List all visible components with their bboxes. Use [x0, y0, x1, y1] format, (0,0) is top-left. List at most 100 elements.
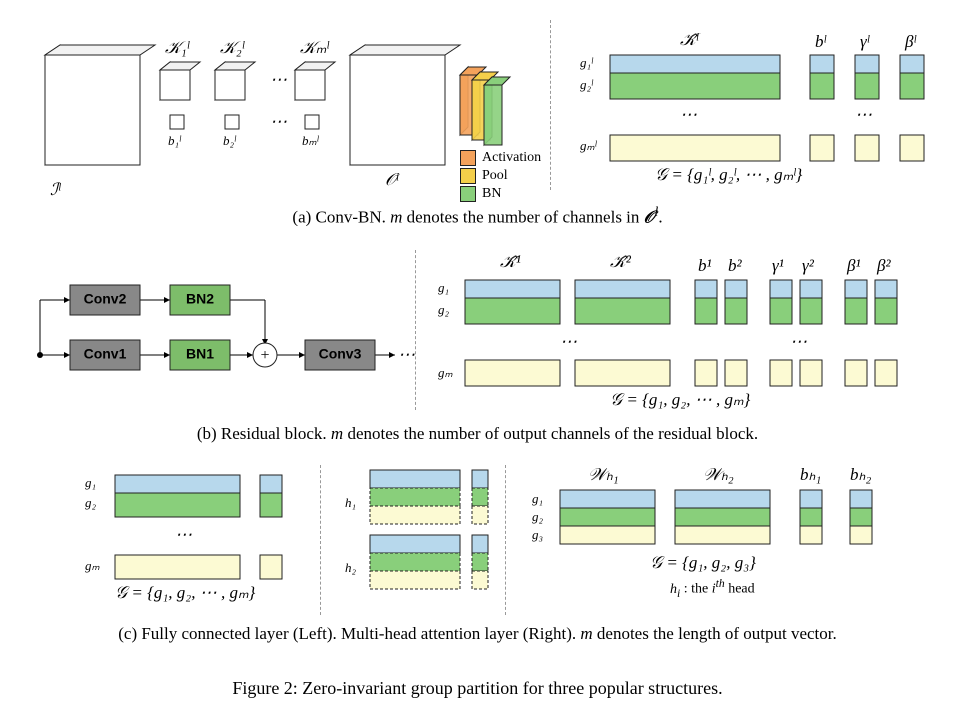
head-2-b: [472, 535, 488, 589]
conv1-label: Conv1: [84, 346, 127, 362]
bias-1-box: [170, 115, 184, 129]
beta-label: βˡ: [905, 32, 916, 52]
ellipsis-icon: ⋯: [270, 70, 287, 89]
caption-b: (b) Residual block. m denotes the number…: [20, 424, 935, 444]
gamma2-label: γ²: [802, 256, 814, 276]
bh2-col: [850, 490, 872, 544]
kernel-2: [215, 62, 255, 100]
k2-rm: [575, 360, 670, 386]
conv2-label: Conv2: [84, 291, 127, 307]
gamma-label: γˡ: [860, 32, 869, 52]
row-g1: g₁ˡ: [580, 55, 593, 71]
beta-col: [900, 55, 924, 161]
wh2-r3: [675, 526, 770, 544]
g1-col: [770, 280, 792, 386]
bm-label: bₘˡ: [302, 133, 318, 149]
set-cl: 𝒢 = {g₁, g₂, ⋯ , gₘ}: [115, 583, 255, 603]
be1-col: [845, 280, 867, 386]
output-label: 𝒪ˡ: [385, 170, 398, 190]
ellipsis-icon: ⋯: [855, 105, 872, 124]
cl-gm: gₘ: [85, 558, 100, 574]
beta1-label: β¹: [847, 256, 861, 276]
k2-r1: [575, 280, 670, 298]
head-2: [370, 535, 460, 589]
bias-m-box: [305, 115, 319, 129]
beta2-label: β²: [877, 256, 891, 276]
fc-b-r1: [260, 475, 282, 493]
legend-pool: Pool: [460, 168, 541, 184]
legend-activation: Activation: [460, 150, 541, 166]
wh1-r3: [560, 526, 655, 544]
km-label: 𝒦ₘˡ: [300, 38, 329, 58]
bn-slab: [484, 77, 510, 145]
ellipsis-icon: ⋯: [270, 112, 287, 131]
fc-rm: [115, 555, 240, 579]
ellipsis-icon: ⋯: [175, 525, 192, 544]
row-g2: g₂ˡ: [580, 77, 593, 93]
k2-r2: [575, 298, 670, 324]
khat-label: 𝒦̂ˡ: [680, 30, 698, 50]
input-cube: [45, 45, 155, 165]
k1-r1: [465, 280, 560, 298]
caption-a: (a) Conv-BN. m denotes the number of cha…: [20, 204, 935, 228]
panel-c-right-svg: [510, 465, 930, 625]
wh1-r1: [560, 490, 655, 508]
input-label: ℐˡ: [50, 180, 60, 200]
b-label: bˡ: [815, 32, 826, 52]
b-col: [810, 55, 834, 161]
plus-icon: +: [260, 347, 269, 364]
figure-2: ⋯ ⋯: [20, 20, 935, 699]
bias-2-box: [225, 115, 239, 129]
khat1-label: 𝒦̂¹: [500, 252, 521, 272]
ellipsis-icon: ⋯: [680, 105, 697, 124]
rowb-gm: gₘ: [438, 365, 453, 381]
conv3-label: Conv3: [319, 346, 362, 362]
row-gm: gₘˡ: [580, 138, 596, 154]
wh1-label: 𝒲ₕ₁: [588, 465, 619, 485]
set-b: 𝒢 = {g₁, g₂, ⋯ , gₘ}: [610, 390, 750, 410]
output-cube: [350, 45, 460, 165]
cr-g1: g₁: [532, 491, 543, 507]
ellipsis-icon: ⋯: [790, 332, 807, 351]
panel-a: ⋯ ⋯: [20, 20, 935, 225]
cr-g2: g₂: [532, 509, 543, 525]
khat2-label: 𝒦̂²: [610, 252, 631, 272]
panel-c-mid-svg: [320, 465, 505, 625]
figure-caption: Figure 2: Zero-invariant group partition…: [20, 678, 935, 699]
fc-b-rm: [260, 555, 282, 579]
bn1-label: BN1: [186, 346, 214, 362]
caption-c: (c) Fully connected layer (Left). Multi-…: [20, 624, 935, 644]
ellipsis-icon: ⋯: [560, 332, 577, 351]
k1-r2: [465, 298, 560, 324]
cl-g2: g₂: [85, 495, 96, 511]
fc-r2: [115, 493, 240, 517]
panel-c: ⋯ g₁ g₂ gₘ 𝒢 = {g₁, g₂, ⋯ , gₘ} h₁: [20, 465, 935, 670]
cr-g3: g₃: [532, 527, 543, 543]
wh2-r1: [675, 490, 770, 508]
gamma1-label: γ¹: [772, 256, 784, 276]
wh2-r2: [675, 508, 770, 526]
k1-rm: [465, 360, 560, 386]
head-1-b: [472, 470, 488, 524]
fc-r1: [115, 475, 240, 493]
b1-label: b₁ˡ: [168, 133, 181, 149]
cl-g1: g₁: [85, 475, 96, 491]
legend-bn-label: BN: [482, 186, 501, 202]
legend: Activation Pool BN: [460, 150, 541, 202]
head-1: [370, 470, 460, 524]
legend-activation-label: Activation: [482, 150, 541, 166]
b2-label: b²: [728, 256, 742, 276]
panel-b: Conv2 BN2 Conv1 BN1 + Conv3 ⋯ ⋯ ⋯ 𝒦̂¹ 𝒦̂…: [20, 250, 935, 450]
panel-b-left-svg: Conv2 BN2 Conv1 BN1 + Conv3 ⋯: [20, 250, 415, 420]
set-a: 𝒢 = {g₁ˡ, g₂ˡ, ⋯ , gₘˡ}: [655, 165, 802, 185]
k1-label: 𝒦₁ˡ: [165, 38, 189, 58]
be2-col: [875, 280, 897, 386]
bn2-label: BN2: [186, 291, 214, 307]
kernel-1: [160, 62, 200, 100]
b1-col: [695, 280, 717, 386]
bh2-label: bₕ₂: [850, 465, 871, 485]
note-c: hi : the ith head: [670, 577, 755, 599]
kernel-m: [295, 62, 335, 100]
wh2-label: 𝒲ₕ₂: [703, 465, 734, 485]
rowb-g2: g₂: [438, 302, 449, 318]
